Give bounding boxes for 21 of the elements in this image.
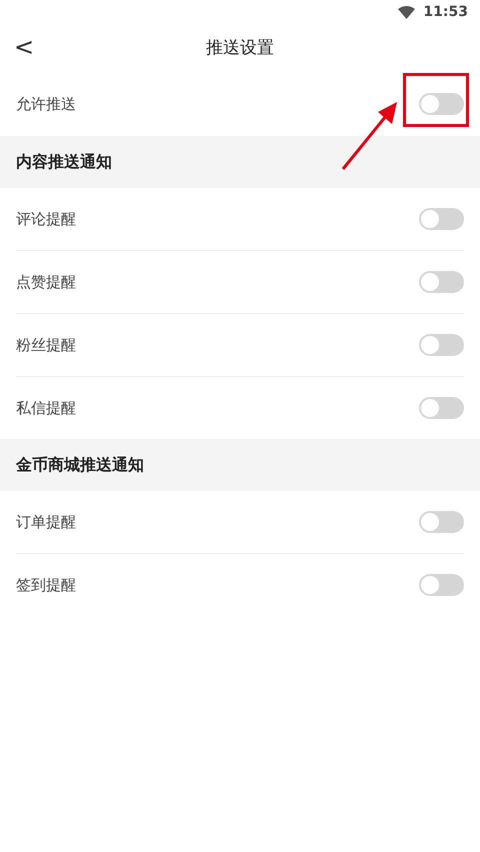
setting-label: 评论提醒: [16, 208, 76, 230]
status-time: 11:53: [423, 3, 468, 22]
section-title: 内容推送通知: [16, 151, 112, 173]
setting-label: 订单提醒: [16, 512, 76, 533]
toggle-switch[interactable]: [419, 574, 464, 596]
toggle-switch[interactable]: [419, 397, 464, 419]
wifi-icon: [398, 6, 416, 19]
arrow: [340, 100, 400, 172]
toggle-switch[interactable]: [419, 271, 464, 293]
back-button[interactable]: <: [6, 31, 42, 63]
toggle-switch[interactable]: [419, 93, 464, 115]
setting-label: 点赞提醒: [16, 272, 76, 293]
toggle-switch[interactable]: [419, 208, 464, 230]
setting-label: 私信提醒: [16, 398, 76, 419]
toggle-switch[interactable]: [419, 334, 464, 356]
setting-label: 粉丝提醒: [16, 334, 76, 356]
page-title: 推送设置: [206, 36, 274, 60]
toggle-switch[interactable]: [419, 511, 464, 533]
setting-label: 允许推送: [16, 94, 76, 115]
section-title: 金币商城推送通知: [16, 454, 144, 476]
setting-label: 签到提醒: [16, 574, 76, 596]
